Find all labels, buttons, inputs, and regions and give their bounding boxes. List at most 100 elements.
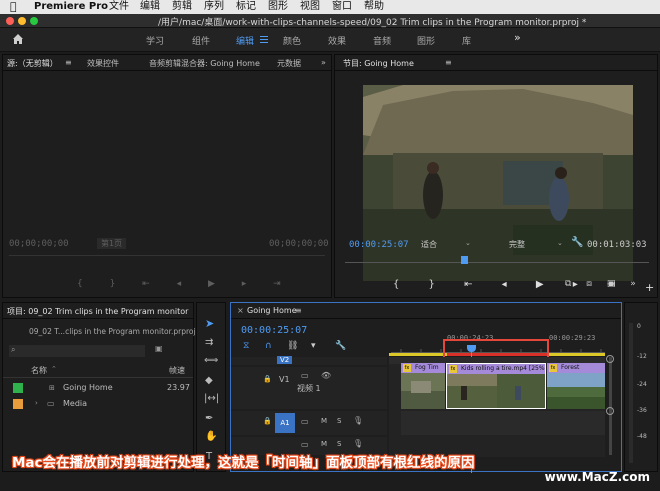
lock-icon[interactable]: 🔒 xyxy=(263,417,272,425)
item-name: Going Home xyxy=(63,383,113,392)
mic-icon[interactable]: 🎙 xyxy=(353,416,363,425)
source-timebar[interactable] xyxy=(9,255,325,256)
mute-button[interactable]: M xyxy=(321,440,327,448)
menu-help[interactable]: 帮助 xyxy=(364,1,384,13)
program-timebar[interactable] xyxy=(345,262,649,263)
panel-menu-icon[interactable]: ≡ xyxy=(65,58,72,67)
source-monitor-panel: 源:（无剪辑） ≡ 效果控件 音频剪辑混合器: Going Home 元数据 »… xyxy=(2,54,332,298)
timeline-clip[interactable]: fx Fog Tim xyxy=(401,363,445,409)
vertical-scrollbar[interactable] xyxy=(609,357,612,455)
playhead-marker[interactable] xyxy=(461,256,468,264)
workspace-menu-icon[interactable] xyxy=(260,36,268,43)
tab-libraries[interactable]: 库 xyxy=(462,34,471,47)
source-transport-controls[interactable]: { } ⇤ ◂ ▶ ▸ ⇥ xyxy=(77,279,293,289)
playhead-head[interactable] xyxy=(467,345,476,352)
settings-wrench-icon[interactable]: 🔧 xyxy=(571,237,583,248)
meter-tick: -24 xyxy=(637,381,647,388)
menu-clip[interactable]: 剪辑 xyxy=(172,1,192,13)
tab-source[interactable]: 源:（无剪辑） xyxy=(7,58,58,69)
menu-graphics[interactable]: 图形 xyxy=(268,1,288,13)
more-workspaces-button[interactable]: » xyxy=(514,31,521,44)
pen-tool-icon[interactable]: ✒ xyxy=(205,413,213,424)
sync-lock-icon[interactable]: ▭ xyxy=(301,417,309,426)
tutorial-caption: Mac会在播放前对剪辑进行处理，这就是「时间轴」面板顶部有根红线的原因 xyxy=(12,455,475,471)
tab-audio[interactable]: 音频 xyxy=(373,34,391,47)
tab-graphics[interactable]: 图形 xyxy=(417,34,435,47)
tab-color[interactable]: 颜色 xyxy=(283,34,301,47)
tab-metadata[interactable]: 元数据 xyxy=(277,58,301,69)
menu-file[interactable]: 文件 xyxy=(109,1,129,13)
timeline-timecode[interactable]: 00:00:25:07 xyxy=(241,325,307,336)
close-window-button[interactable] xyxy=(6,17,14,25)
source-page-select[interactable]: 第1页 xyxy=(97,238,127,249)
close-sequence-icon[interactable]: × xyxy=(237,306,244,315)
program-extra-buttons[interactable]: ⧉ ⧈ ▣ » xyxy=(565,279,642,289)
ripple-edit-tool-icon[interactable]: ⟺ xyxy=(204,355,218,366)
timeline-clip[interactable]: fx Forest xyxy=(547,363,605,409)
track-target-a1[interactable]: A1 xyxy=(275,413,295,433)
track-select-tool-icon[interactable]: ⇉ xyxy=(205,337,213,348)
disclosure-arrow-icon[interactable]: › xyxy=(35,399,38,407)
program-add-button[interactable]: + xyxy=(645,281,654,294)
add-marker-icon[interactable]: ▾ xyxy=(311,341,316,351)
tab-editing[interactable]: 编辑 xyxy=(236,34,254,47)
tab-assembly[interactable]: 组件 xyxy=(192,34,210,47)
program-timecode[interactable]: 00:00:25:07 xyxy=(349,240,409,250)
home-icon[interactable] xyxy=(12,33,24,45)
hand-tool-icon[interactable]: ✋ xyxy=(205,431,217,442)
app-name[interactable]: Premiere Pro xyxy=(34,1,108,13)
list-item[interactable]: ⊞ Going Home 23.97 xyxy=(3,381,193,395)
timeline-clip[interactable]: fx Kids rolling a tire.mp4 [25% xyxy=(446,363,546,409)
menu-window[interactable]: 窗口 xyxy=(332,1,352,13)
mute-button[interactable]: M xyxy=(321,417,327,425)
menu-sequence[interactable]: 序列 xyxy=(204,1,224,13)
linked-selection-icon[interactable]: ⛓ xyxy=(287,341,298,351)
column-name-header[interactable]: 名称 xyxy=(31,365,47,376)
audio-track-lane[interactable] xyxy=(401,411,605,435)
label-color-swatch xyxy=(13,399,23,409)
panel-menu-icon[interactable]: ≡ xyxy=(445,58,452,67)
tab-effects[interactable]: 效果 xyxy=(328,34,346,47)
solo-button[interactable]: S xyxy=(337,440,341,448)
fit-select[interactable]: 适合 xyxy=(421,239,437,250)
program-title[interactable]: 节目: Going Home xyxy=(343,58,414,69)
list-item[interactable]: › ▭ Media xyxy=(3,397,193,411)
panel-menu-icon[interactable]: ≡ xyxy=(295,306,302,315)
tab-audio-clip-mixer[interactable]: 音频剪辑混合器: Going Home xyxy=(149,58,260,69)
sync-lock-icon[interactable]: ▭ xyxy=(301,440,309,449)
track-name-v1: 视频 1 xyxy=(297,384,321,393)
quality-dropdown-icon[interactable]: ⌄ xyxy=(557,239,563,247)
project-title[interactable]: 项目: 09_02 Trim clips in the Program moni… xyxy=(7,306,188,317)
new-bin-icon[interactable]: ▣ xyxy=(155,344,163,353)
sequence-tab[interactable]: Going Home xyxy=(247,306,297,315)
column-rate-header[interactable]: 帧速 xyxy=(169,365,185,376)
tab-effect-controls[interactable]: 效果控件 xyxy=(87,58,119,69)
solo-button[interactable]: S xyxy=(337,417,341,425)
selection-tool-icon[interactable]: ➤ xyxy=(205,317,214,330)
slip-tool-icon[interactable]: |↔| xyxy=(204,393,219,404)
snap-icon[interactable]: ∩ xyxy=(265,341,272,351)
menu-marker[interactable]: 标记 xyxy=(236,1,256,13)
quality-select[interactable]: 完整 xyxy=(509,239,525,250)
clip-label: Kids rolling a tire.mp4 [25% xyxy=(461,365,545,372)
mic-icon[interactable]: 🎙 xyxy=(353,439,363,448)
tab-learn[interactable]: 学习 xyxy=(146,34,164,47)
fit-dropdown-icon[interactable]: ⌄ xyxy=(465,239,471,247)
nest-toggle-icon[interactable]: ⧖ xyxy=(243,341,249,351)
timeline-settings-icon[interactable]: 🔧 xyxy=(335,341,346,351)
sync-lock-icon[interactable]: ▭ xyxy=(301,371,309,380)
minimize-window-button[interactable] xyxy=(18,17,26,25)
menu-view[interactable]: 视图 xyxy=(300,1,320,13)
track-label-v1[interactable]: V1 xyxy=(279,375,290,384)
razor-tool-icon[interactable]: ◆ xyxy=(205,375,213,386)
lock-icon[interactable]: 🔒 xyxy=(263,375,272,383)
apple-icon[interactable]:  xyxy=(10,1,17,13)
track-target-v2[interactable]: V2 xyxy=(277,356,293,364)
project-search-input[interactable]: ⌕ xyxy=(9,345,145,357)
scroll-handle-top[interactable] xyxy=(606,355,614,363)
scroll-handle-bottom[interactable] xyxy=(606,407,614,415)
zoom-window-button[interactable] xyxy=(30,17,38,25)
eye-icon[interactable]: 👁 xyxy=(321,371,331,380)
menu-edit[interactable]: 编辑 xyxy=(140,1,160,13)
more-panels-icon[interactable]: » xyxy=(321,58,326,67)
